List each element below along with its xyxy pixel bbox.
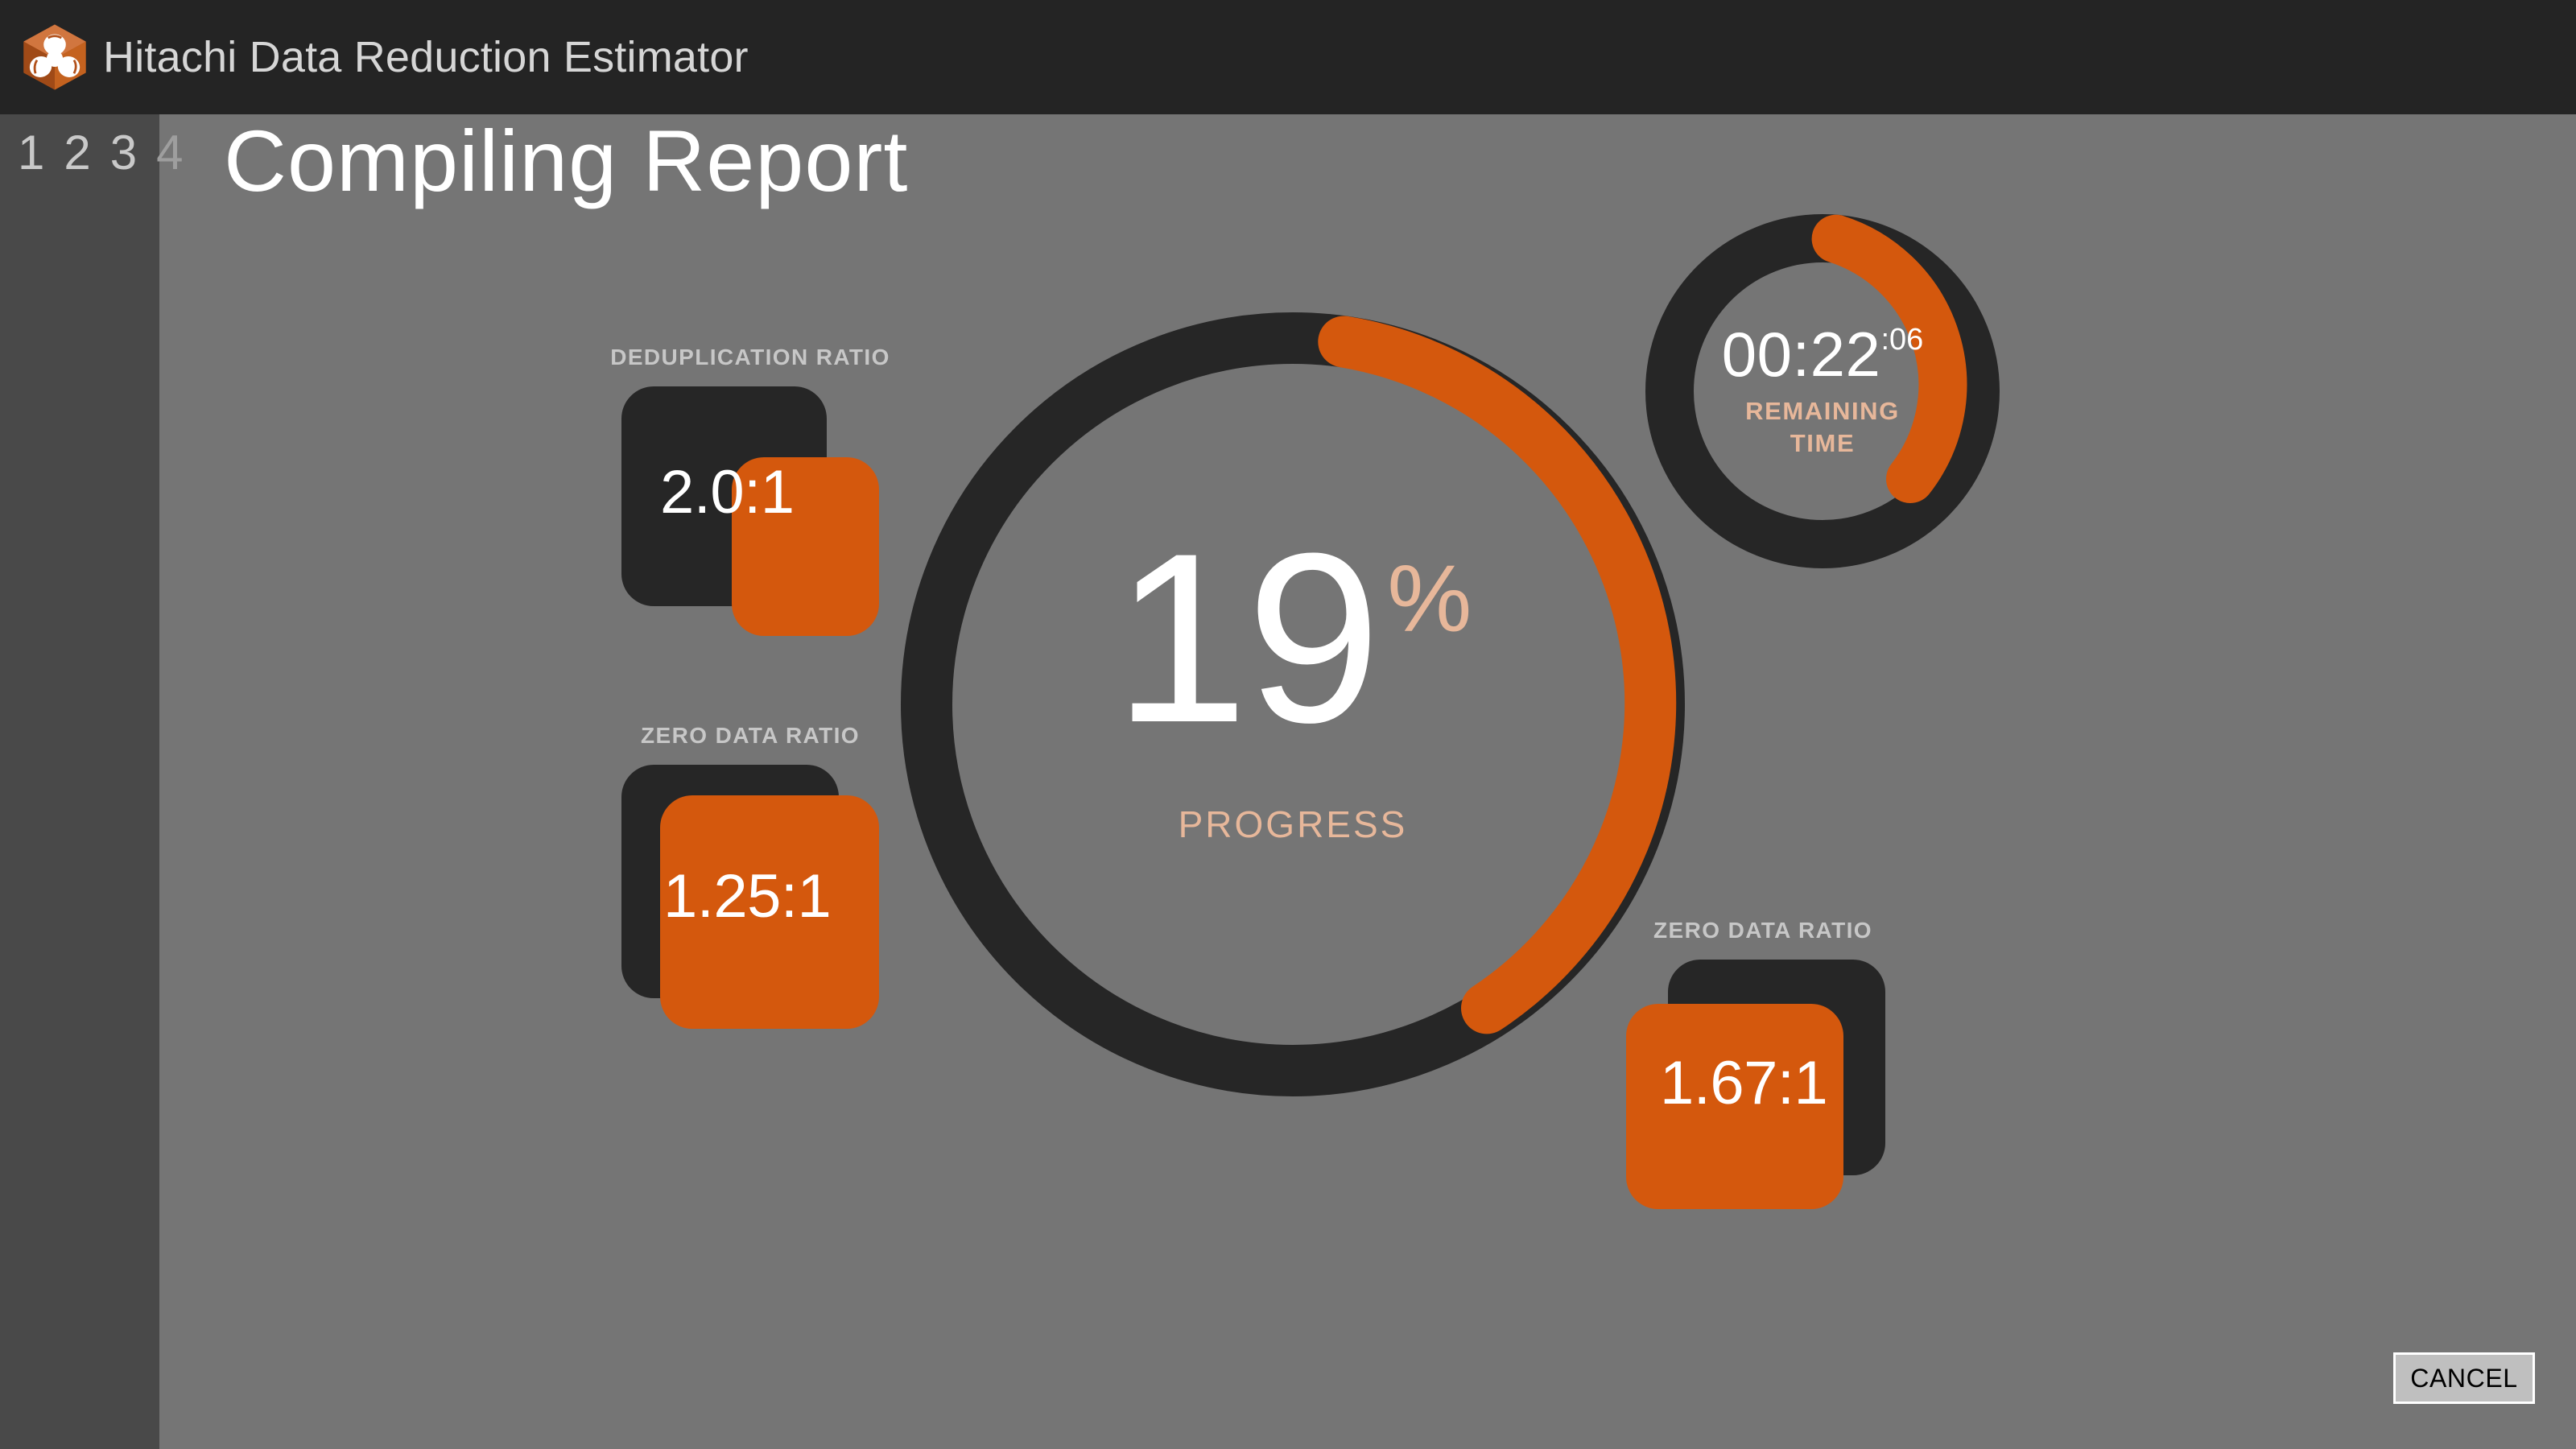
remaining-time-ring (1639, 208, 2006, 575)
main-progress-ring (894, 306, 1691, 1103)
stat-tile-deduplication-ratio: 2.0:1 (621, 386, 879, 636)
app-title: Hitachi Data Reduction Estimator (103, 33, 749, 81)
stat-label-zero-data-ratio-right: ZERO DATA RATIO (1653, 918, 1872, 943)
stat-label-deduplication-ratio: DEDUPLICATION RATIO (610, 345, 890, 369)
stat-label-zero-data-ratio-left: ZERO DATA RATIO (641, 723, 860, 748)
stat-value-zero-data-ratio-left: 1.25:1 (663, 862, 832, 931)
cancel-button[interactable]: CANCEL (2393, 1352, 2535, 1404)
hitachi-cube-logo-icon (23, 24, 86, 90)
page-title: Compiling Report (224, 112, 909, 209)
stat-tile-zero-data-ratio-right: 1.67:1 (1626, 960, 1900, 1209)
title-bar: Hitachi Data Reduction Estimator (0, 0, 2576, 114)
wizard-step-4[interactable]: 4 (148, 129, 194, 177)
wizard-step-indicator: 1 2 3 4 (10, 129, 195, 177)
wizard-step-1[interactable]: 1 (10, 129, 56, 177)
stat-tile-zero-data-ratio-left: 1.25:1 (621, 765, 879, 1029)
app-window: Hitachi Data Reduction Estimator 1 2 3 4… (0, 0, 2576, 1449)
stat-value-deduplication-ratio: 2.0:1 (660, 458, 795, 526)
wizard-step-2[interactable]: 2 (56, 129, 101, 177)
stat-value-zero-data-ratio-right: 1.67:1 (1660, 1049, 1828, 1117)
wizard-step-3[interactable]: 3 (102, 129, 148, 177)
left-rail (0, 114, 159, 1449)
